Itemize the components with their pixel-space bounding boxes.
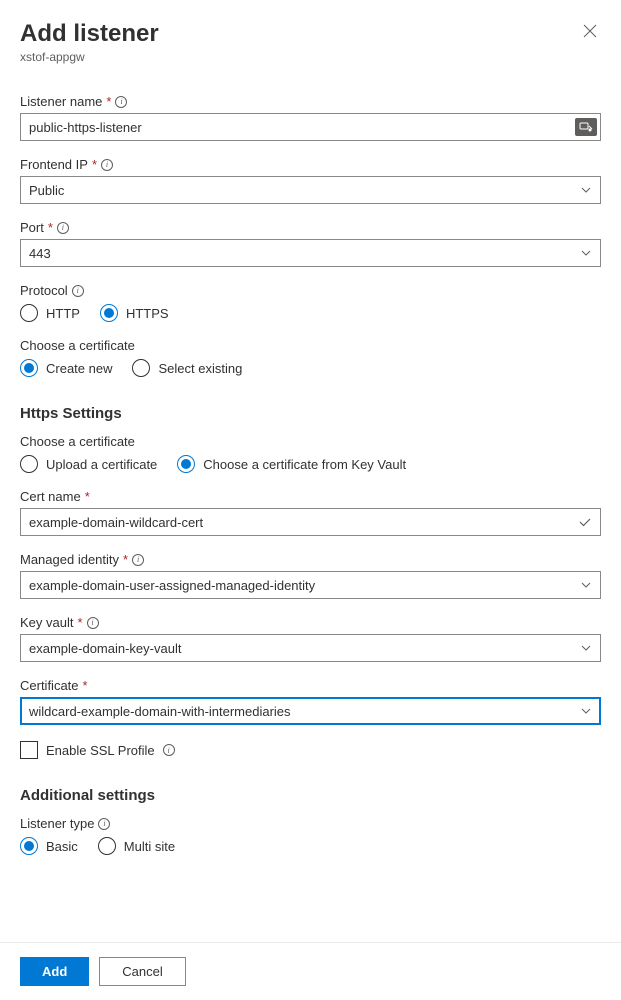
radio-icon (98, 837, 116, 855)
radio-listener-type-multi[interactable]: Multi site (98, 837, 175, 855)
field-listener-name: Listener name * i (20, 94, 601, 141)
info-icon[interactable]: i (72, 285, 84, 297)
required-indicator: * (85, 489, 90, 504)
key-vault-value: example-domain-key-vault (29, 641, 181, 656)
certificate-value: wildcard-example-domain-with-intermediar… (29, 704, 291, 719)
radio-upload-cert[interactable]: Upload a certificate (20, 455, 157, 473)
required-indicator: * (92, 157, 97, 172)
radio-label: HTTP (46, 306, 80, 321)
close-icon (583, 24, 597, 38)
radio-cert-create-new[interactable]: Create new (20, 359, 112, 377)
info-icon[interactable]: i (115, 96, 127, 108)
panel-title: Add listener (20, 20, 159, 48)
required-indicator: * (106, 94, 111, 109)
required-indicator: * (123, 552, 128, 567)
field-certificate: Certificate * wildcard-example-domain-wi… (20, 678, 601, 725)
chevron-down-icon (580, 247, 592, 259)
label-enable-ssl: Enable SSL Profile (46, 743, 155, 758)
chevron-down-icon (580, 579, 592, 591)
field-choose-cert-source: Choose a certificate Upload a certificat… (20, 434, 601, 473)
field-frontend-ip: Frontend IP * i Public (20, 157, 601, 204)
field-protocol: Protocol i HTTP HTTPS (20, 283, 601, 322)
radio-label: HTTPS (126, 306, 169, 321)
label-choose-cert-source: Choose a certificate (20, 434, 135, 449)
field-listener-type: Listener type i Basic Multi site (20, 816, 601, 855)
radio-icon (100, 304, 118, 322)
port-value: 443 (29, 246, 51, 261)
chevron-down-icon (580, 184, 592, 196)
managed-identity-select[interactable]: example-domain-user-assigned-managed-ide… (20, 571, 601, 599)
radio-icon (132, 359, 150, 377)
label-certificate: Certificate (20, 678, 79, 693)
info-icon[interactable]: i (163, 744, 175, 756)
info-icon[interactable]: i (101, 159, 113, 171)
radio-listener-type-basic[interactable]: Basic (20, 837, 78, 855)
certificate-select[interactable]: wildcard-example-domain-with-intermediar… (20, 697, 601, 725)
radio-cert-select-existing[interactable]: Select existing (132, 359, 242, 377)
section-heading-additional-settings: Additional settings (20, 787, 601, 804)
radio-label: Multi site (124, 839, 175, 854)
label-frontend-ip: Frontend IP (20, 157, 88, 172)
port-select[interactable]: 443 (20, 239, 601, 267)
cert-name-value: example-domain-wildcard-cert (29, 515, 203, 530)
key-vault-select[interactable]: example-domain-key-vault (20, 634, 601, 662)
radio-label: Select existing (158, 361, 242, 376)
radio-keyvault-cert[interactable]: Choose a certificate from Key Vault (177, 455, 406, 473)
chevron-down-icon (580, 705, 592, 717)
add-button[interactable]: Add (20, 957, 89, 986)
label-port: Port (20, 220, 44, 235)
label-choose-cert: Choose a certificate (20, 338, 135, 353)
panel-subtitle: xstof-appgw (20, 50, 159, 64)
radio-label: Upload a certificate (46, 457, 157, 472)
info-icon[interactable]: i (57, 222, 69, 234)
radio-icon (20, 304, 38, 322)
field-port: Port * i 443 (20, 220, 601, 267)
section-heading-https-settings: Https Settings (20, 405, 601, 422)
chevron-down-icon (580, 642, 592, 654)
cert-name-input[interactable]: example-domain-wildcard-cert (20, 508, 601, 536)
info-icon[interactable]: i (98, 818, 110, 830)
enable-ssl-checkbox[interactable] (20, 741, 38, 759)
label-listener-name: Listener name (20, 94, 102, 109)
frontend-ip-select[interactable]: Public (20, 176, 601, 204)
input-suggestion-badge[interactable] (575, 118, 597, 136)
radio-icon (20, 455, 38, 473)
label-key-vault: Key vault (20, 615, 73, 630)
field-key-vault: Key vault * i example-domain-key-vault (20, 615, 601, 662)
frontend-ip-value: Public (29, 183, 64, 198)
radio-icon (20, 359, 38, 377)
required-indicator: * (77, 615, 82, 630)
field-enable-ssl-profile: Enable SSL Profile i (20, 741, 601, 759)
required-indicator: * (48, 220, 53, 235)
field-managed-identity: Managed identity * i example-domain-user… (20, 552, 601, 599)
label-managed-identity: Managed identity (20, 552, 119, 567)
panel-header: Add listener xstof-appgw (20, 20, 601, 64)
field-choose-cert-mode: Choose a certificate Create new Select e… (20, 338, 601, 377)
required-indicator: * (83, 678, 88, 693)
radio-protocol-https[interactable]: HTTPS (100, 304, 169, 322)
radio-label: Choose a certificate from Key Vault (203, 457, 406, 472)
info-icon[interactable]: i (87, 617, 99, 629)
checkmark-icon (578, 515, 592, 529)
radio-icon (177, 455, 195, 473)
close-button[interactable] (579, 20, 601, 47)
label-listener-type: Listener type (20, 816, 94, 831)
label-protocol: Protocol (20, 283, 68, 298)
cancel-button[interactable]: Cancel (99, 957, 185, 986)
listener-name-input[interactable] (20, 113, 601, 141)
managed-identity-value: example-domain-user-assigned-managed-ide… (29, 578, 315, 593)
radio-label: Create new (46, 361, 112, 376)
field-cert-name: Cert name * example-domain-wildcard-cert (20, 489, 601, 536)
radio-label: Basic (46, 839, 78, 854)
radio-icon (20, 837, 38, 855)
label-cert-name: Cert name (20, 489, 81, 504)
panel-footer: Add Cancel (0, 942, 621, 1000)
info-icon[interactable]: i (132, 554, 144, 566)
radio-protocol-http[interactable]: HTTP (20, 304, 80, 322)
